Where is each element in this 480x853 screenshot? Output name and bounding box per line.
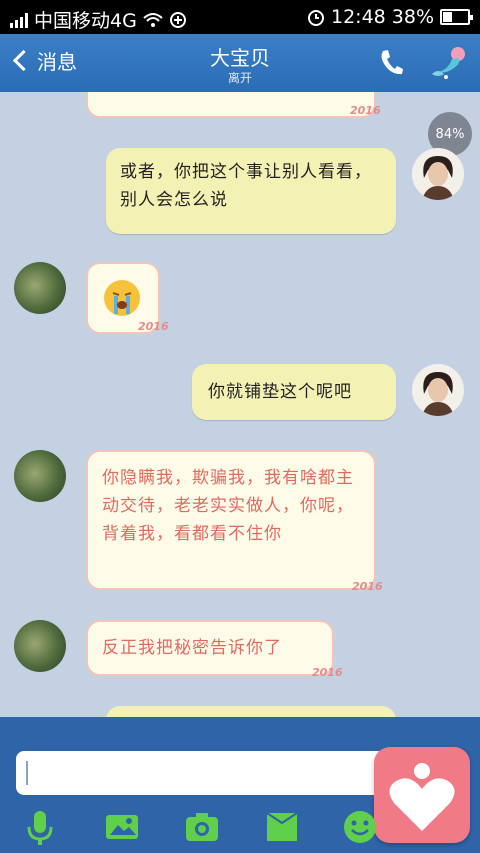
message-list[interactable]: 2016 84% 或者，你把这个事让别人看看，别人会怎么说 2016 你就铺垫这… [0,92,480,717]
message-input[interactable] [16,751,386,795]
bubble-decoration: 2016 [312,666,343,679]
bubble-decoration: 2016 [138,320,169,333]
folder-icon[interactable] [264,809,300,845]
avatar-image [422,372,454,416]
message-bubble[interactable] [86,92,376,118]
message-bubble[interactable]: 反正我把秘密告诉你了 [86,620,334,676]
carrier-label: 中国移动4G [34,10,137,32]
contact-status: 离开 [227,71,252,85]
contact-avatar[interactable] [14,262,66,314]
text-cursor [26,761,28,785]
bubble-decoration: 2016 [350,104,381,117]
alarm-icon [308,10,324,26]
battery-percent: 38% [391,6,434,28]
contact-avatar[interactable] [14,620,66,672]
message-bubble[interactable]: 你隐瞒我，欺骗我，我有啥都主动交待，老老实实做人，你呢，背着我，看都看不住你 [86,450,376,590]
mic-icon[interactable] [22,809,58,845]
bubble-decoration: 2016 [352,580,383,593]
status-bar: 中国移动4G 12:48 38% [0,0,480,34]
phone-icon[interactable] [378,48,404,76]
clock-time: 12:48 [331,6,386,28]
my-avatar[interactable] [412,148,464,200]
message-bubble[interactable]: 或者，你把这个事让别人看看，别人会怎么说 [106,148,396,234]
my-avatar[interactable] [412,364,464,416]
contact-avatar[interactable] [14,450,66,502]
emoji-icon[interactable] [342,809,378,845]
message-text: 你就铺垫这个呢吧 [208,382,352,402]
battery-icon [440,9,473,25]
message-text: 或者，你把这个事让别人看看，别人会怎么说 [120,162,372,210]
camera-icon[interactable] [184,809,220,845]
wifi-icon [143,12,163,27]
image-icon[interactable] [104,809,140,845]
message-bubble[interactable] [106,706,396,717]
mermaid-avatar-icon[interactable] [428,44,472,82]
chat-header: 消息 大宝贝 离开 [0,34,480,92]
signal-icon [10,12,28,28]
message-text: 反正我把秘密告诉你了 [102,638,282,658]
avatar-image [422,156,454,200]
sync-icon [169,11,186,28]
toolbar [0,805,480,849]
message-bubble[interactable]: 你就铺垫这个呢吧 [192,364,396,420]
crying-face-icon [104,280,140,316]
message-text: 你隐瞒我，欺骗我，我有啥都主动交待，老老实实做人，你呢，背着我，看都看不住你 [102,468,354,544]
contact-name: 大宝贝 [210,46,270,70]
input-bar [0,717,480,853]
